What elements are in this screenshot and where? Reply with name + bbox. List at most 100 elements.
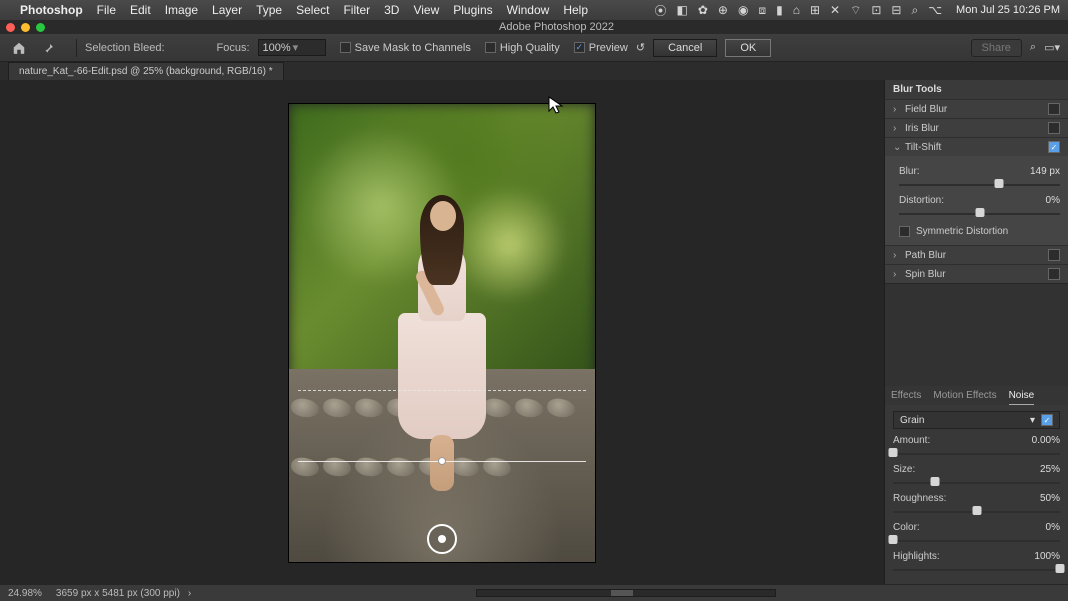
tab-noise[interactable]: Noise xyxy=(1009,390,1035,405)
color-slider[interactable] xyxy=(893,535,1060,545)
size-value[interactable]: 25% xyxy=(1040,464,1060,475)
preview-label: Preview xyxy=(589,42,628,54)
menu-select[interactable]: Select xyxy=(296,3,329,17)
menu-view[interactable]: View xyxy=(413,3,439,17)
chevron-right-icon[interactable]: › xyxy=(893,104,905,115)
tiltshift-pin[interactable] xyxy=(427,524,457,554)
sys-icon[interactable]: ⌂ xyxy=(793,3,800,17)
focus-value[interactable]: 100% xyxy=(263,42,291,54)
distortion-slider[interactable] xyxy=(899,208,1060,218)
chevron-down-icon[interactable]: ⌄ xyxy=(893,142,905,153)
menu-filter[interactable]: Filter xyxy=(343,3,370,17)
menu-layer[interactable]: Layer xyxy=(212,3,242,17)
sys-icon[interactable]: ⊡ xyxy=(871,3,881,17)
color-value[interactable]: 0% xyxy=(1046,522,1060,533)
symmetric-distortion-row[interactable]: Symmetric Distortion xyxy=(899,226,1060,237)
spin-blur-item[interactable]: › Spin Blur xyxy=(885,264,1068,283)
sys-icon[interactable]: ✿ xyxy=(698,3,708,17)
menu-help[interactable]: Help xyxy=(563,3,588,17)
document-tab[interactable]: nature_Kat_-66-Edit.psd @ 25% (backgroun… xyxy=(8,62,284,80)
amount-label: Amount: xyxy=(893,435,1032,446)
workspace-switcher-icon[interactable]: ▭▾ xyxy=(1044,41,1060,54)
zoom-level[interactable]: 24.98% xyxy=(8,588,42,599)
mac-menubar: Photoshop File Edit Image Layer Type Sel… xyxy=(0,0,1068,20)
chevron-down-icon[interactable]: ▾ xyxy=(293,41,321,54)
chevron-down-icon[interactable]: ▾ xyxy=(1030,415,1035,426)
menu-edit[interactable]: Edit xyxy=(130,3,151,17)
control-center-icon[interactable]: ⌥ xyxy=(928,3,942,17)
chevron-right-icon[interactable]: › xyxy=(893,269,905,280)
sys-icon[interactable]: ▮ xyxy=(776,3,783,17)
save-mask-checkbox[interactable] xyxy=(340,42,351,53)
highlights-value[interactable]: 100% xyxy=(1034,551,1060,562)
canvas-area[interactable] xyxy=(0,80,884,585)
search-icon[interactable]: ⌕ xyxy=(1030,41,1036,54)
path-blur-item[interactable]: › Path Blur xyxy=(885,245,1068,264)
field-blur-label: Field Blur xyxy=(905,104,1048,115)
document-dimensions[interactable]: 3659 px x 5481 px (300 ppi) xyxy=(56,588,180,599)
iris-blur-item[interactable]: › Iris Blur xyxy=(885,118,1068,137)
grain-select[interactable]: Grain ▾ xyxy=(893,411,1060,429)
distortion-value[interactable]: 0% xyxy=(1046,195,1060,206)
highlights-slider[interactable] xyxy=(893,564,1060,574)
menu-3d[interactable]: 3D xyxy=(384,3,399,17)
amount-slider[interactable] xyxy=(893,448,1060,458)
menu-image[interactable]: Image xyxy=(165,3,198,17)
focus-input[interactable]: 100% ▾ xyxy=(258,39,326,56)
zoom-window-icon[interactable] xyxy=(36,23,45,32)
ok-button[interactable]: OK xyxy=(725,39,771,57)
save-mask-label: Save Mask to Channels xyxy=(355,42,471,54)
minimize-window-icon[interactable] xyxy=(21,23,30,32)
roughness-value[interactable]: 50% xyxy=(1040,493,1060,504)
sys-icon[interactable]: ⧈ xyxy=(758,3,766,18)
symmetric-distortion-checkbox[interactable] xyxy=(899,226,910,237)
blur-amount-value[interactable]: 149 px xyxy=(1030,166,1060,177)
app-name[interactable]: Photoshop xyxy=(20,3,83,17)
horizontal-scrollbar[interactable] xyxy=(476,589,776,597)
blur-amount-slider[interactable] xyxy=(899,179,1060,189)
spin-blur-checkbox[interactable] xyxy=(1048,268,1060,280)
blur-tools-title: Blur Tools xyxy=(885,80,1068,99)
sys-icon[interactable]: ◧ xyxy=(677,3,688,17)
sys-icon[interactable]: ⦿ xyxy=(654,2,666,19)
iris-blur-checkbox[interactable] xyxy=(1048,122,1060,134)
highlights-label: Highlights: xyxy=(893,551,1034,562)
menu-file[interactable]: File xyxy=(97,3,116,17)
field-blur-item[interactable]: › Field Blur xyxy=(885,99,1068,118)
high-quality-checkbox[interactable] xyxy=(485,42,496,53)
preview-checkbox[interactable] xyxy=(574,42,585,53)
chevron-right-icon[interactable]: › xyxy=(893,123,905,134)
close-window-icon[interactable] xyxy=(6,23,15,32)
chevron-right-icon[interactable]: › xyxy=(893,250,905,261)
menu-plugins[interactable]: Plugins xyxy=(453,3,492,17)
wifi-icon[interactable]: ⌔ xyxy=(850,3,861,18)
sys-icon[interactable]: ⊕ xyxy=(718,3,728,17)
sys-icon[interactable]: ✕ xyxy=(830,3,840,17)
tab-motion-effects[interactable]: Motion Effects xyxy=(933,390,996,405)
path-blur-checkbox[interactable] xyxy=(1048,249,1060,261)
document-canvas[interactable] xyxy=(289,104,595,562)
menubar-clock[interactable]: Mon Jul 25 10:26 PM xyxy=(956,4,1060,16)
grain-checkbox[interactable] xyxy=(1041,414,1053,426)
sys-icon[interactable]: ⊟ xyxy=(891,3,901,17)
menu-window[interactable]: Window xyxy=(507,3,550,17)
tilt-shift-checkbox[interactable] xyxy=(1048,141,1060,153)
amount-value[interactable]: 0.00% xyxy=(1032,435,1060,446)
search-icon[interactable]: ⌕ xyxy=(911,3,918,18)
right-panels: Blur Tools › Field Blur › Iris Blur ⌄ Ti… xyxy=(884,80,1068,585)
home-icon[interactable] xyxy=(8,38,30,58)
pin-tool-icon[interactable] xyxy=(38,38,60,58)
tab-effects[interactable]: Effects xyxy=(891,390,921,405)
tiltshift-guide-dashed[interactable] xyxy=(298,390,586,391)
reset-icon[interactable]: ↺ xyxy=(636,41,645,54)
roughness-slider[interactable] xyxy=(893,506,1060,516)
sys-icon[interactable]: ◉ xyxy=(738,3,748,17)
tilt-shift-item[interactable]: ⌄ Tilt-Shift xyxy=(885,137,1068,156)
tiltshift-handle[interactable] xyxy=(438,457,446,465)
cancel-button[interactable]: Cancel xyxy=(653,39,717,57)
menu-type[interactable]: Type xyxy=(256,3,282,17)
size-slider[interactable] xyxy=(893,477,1060,487)
effects-tabs: Effects Motion Effects Noise xyxy=(885,386,1068,405)
field-blur-checkbox[interactable] xyxy=(1048,103,1060,115)
sys-icon[interactable]: ⊞ xyxy=(810,3,820,17)
